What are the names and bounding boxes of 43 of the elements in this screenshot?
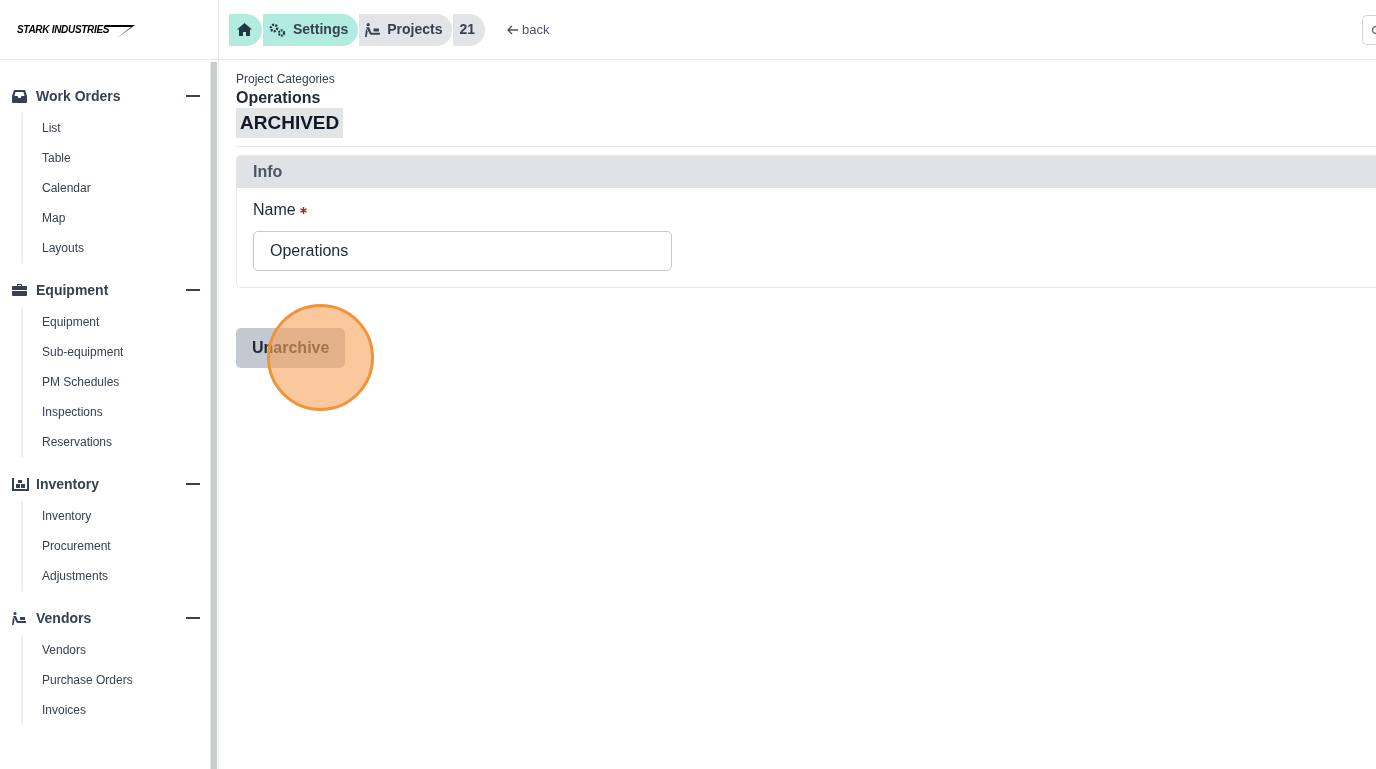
sidebar-section-header[interactable]: Work Orders bbox=[12, 85, 200, 107]
dolly-icon bbox=[365, 22, 382, 37]
search-icon bbox=[1370, 24, 1376, 35]
sidebar-section-header[interactable]: Inventory bbox=[12, 473, 200, 495]
sidebar-item[interactable]: Adjustments bbox=[42, 561, 200, 591]
dolly-icon bbox=[12, 611, 27, 625]
sidebar-item[interactable]: Invoices bbox=[42, 695, 200, 725]
sidebar-item[interactable]: Calendar bbox=[42, 173, 200, 203]
sidebar-item[interactable]: Vendors bbox=[42, 635, 200, 665]
home-icon bbox=[237, 23, 252, 36]
parent-breadcrumb: Project Categories bbox=[236, 72, 335, 86]
sidebar-item[interactable]: PM Schedules bbox=[42, 367, 200, 397]
company-logo: STARK INDUSTRIES bbox=[17, 21, 135, 38]
status-badge: ARCHIVED bbox=[236, 108, 344, 138]
field-label: Name bbox=[253, 200, 296, 220]
sidebar-item[interactable]: Inspections bbox=[42, 397, 200, 427]
sidebar-item[interactable]: Layouts bbox=[42, 233, 200, 263]
sidebar-item[interactable]: Map bbox=[42, 203, 200, 233]
name-input[interactable]: Operations bbox=[253, 231, 672, 271]
sidebar-section-header[interactable]: Equipment bbox=[12, 279, 200, 301]
sidebar-item[interactable]: Procurement bbox=[42, 531, 200, 561]
gears-icon bbox=[269, 22, 287, 37]
home-crumb[interactable] bbox=[229, 13, 263, 46]
panel-title: Info bbox=[253, 162, 283, 182]
inbox-icon bbox=[12, 89, 27, 103]
sidebar-item[interactable]: Equipment bbox=[42, 307, 200, 337]
arrow-left-icon bbox=[507, 24, 519, 35]
search-field[interactable] bbox=[1362, 14, 1376, 45]
sidebar-item[interactable]: Inventory bbox=[42, 501, 200, 531]
sidebar-item[interactable]: Sub-equipment bbox=[42, 337, 200, 367]
toolbox-icon bbox=[12, 284, 27, 296]
sidebar-section-header[interactable]: Vendors bbox=[12, 607, 200, 629]
count-crumb[interactable]: 21 bbox=[453, 13, 487, 46]
sidebar-item[interactable]: Reservations bbox=[42, 427, 200, 457]
page-title: Operations bbox=[236, 88, 321, 108]
sidebar-item[interactable]: Purchase Orders bbox=[42, 665, 200, 695]
sidebar-item[interactable]: Table bbox=[42, 143, 200, 173]
warehouse-icon bbox=[12, 477, 29, 491]
breadcrumb-link[interactable]: Projects bbox=[359, 13, 454, 46]
sidebar-item[interactable]: List bbox=[42, 113, 200, 143]
scrollbar[interactable] bbox=[210, 62, 217, 769]
breadcrumb-link[interactable]: Settings bbox=[263, 13, 360, 46]
back-link[interactable]: back bbox=[507, 19, 550, 40]
